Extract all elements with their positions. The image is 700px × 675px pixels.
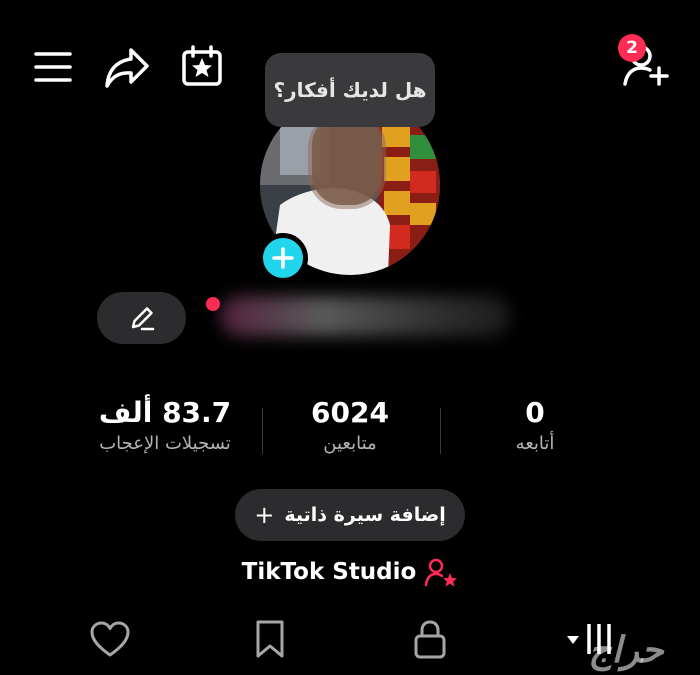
status-dot xyxy=(206,297,220,311)
stats-divider xyxy=(262,408,263,454)
likes-count: 83.7 ألف xyxy=(98,396,232,429)
thought-bubble[interactable]: هل لديك أفكار؟ xyxy=(265,53,435,127)
stats-divider xyxy=(440,408,441,454)
watermark-text: حراج xyxy=(588,629,664,671)
tiktok-studio-link[interactable]: TikTok Studio xyxy=(220,552,480,592)
plus-icon xyxy=(272,247,294,269)
followers-label: متابعين xyxy=(323,433,377,454)
share-arrow-icon[interactable] xyxy=(102,44,152,92)
creator-star-icon xyxy=(425,558,458,587)
bio-label: إضافة سيرة ذاتية xyxy=(284,504,446,526)
hamburger-menu-icon[interactable] xyxy=(30,44,76,90)
studio-label: TikTok Studio xyxy=(241,559,417,585)
add-photo-button[interactable] xyxy=(258,233,308,283)
thought-prompt: هل لديك أفكار؟ xyxy=(273,78,427,102)
blurred-username xyxy=(220,296,510,336)
lock-icon xyxy=(414,620,446,659)
haraj-watermark: حراج xyxy=(555,628,697,672)
tab-private[interactable] xyxy=(405,614,455,664)
bookmark-icon xyxy=(256,620,284,658)
tab-liked[interactable] xyxy=(85,614,135,664)
tab-saved[interactable] xyxy=(245,614,295,664)
following-label: أتابعه xyxy=(515,433,555,454)
stat-following[interactable]: 0 أتابعه xyxy=(470,396,600,454)
stat-followers[interactable]: 6024 متابعين xyxy=(280,396,420,454)
calendar-star-icon[interactable] xyxy=(178,42,226,90)
likes-label: تسجيلات الإعجاب xyxy=(99,433,231,454)
add-bio-button[interactable]: إضافة سيرة ذاتية + xyxy=(235,489,465,541)
heart-icon xyxy=(90,621,130,657)
followers-count: 6024 xyxy=(311,396,389,429)
pencil-icon xyxy=(131,307,154,331)
following-count: 0 xyxy=(525,396,545,429)
stat-likes[interactable]: 83.7 ألف تسجيلات الإعجاب xyxy=(80,396,250,454)
notification-badge: 2 xyxy=(618,34,646,62)
edit-profile-button[interactable] xyxy=(97,292,186,344)
plus-icon: + xyxy=(254,501,275,529)
